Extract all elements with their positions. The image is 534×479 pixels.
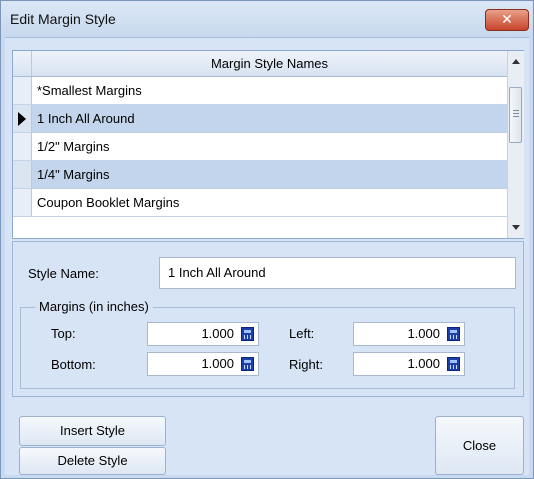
grid-scrollbar[interactable]	[507, 51, 524, 238]
grip-line	[513, 113, 519, 114]
right-margin-field[interactable]: 1.000	[353, 352, 465, 376]
grid-header: Margin Style Names	[13, 51, 507, 77]
style-name-label: Style Name:	[28, 266, 99, 281]
row-style-name: 1/2" Margins	[37, 139, 110, 154]
bottom-margin-field[interactable]: 1.000	[147, 352, 259, 376]
table-row[interactable]: Coupon Booklet Margins	[13, 189, 507, 217]
right-label: Right:	[289, 357, 323, 372]
top-margin-field[interactable]: 1.000	[147, 322, 259, 346]
style-name-input[interactable]: 1 Inch All Around	[159, 257, 516, 289]
table-row[interactable]: *Smallest Margins	[13, 77, 507, 105]
row-style-name: 1/4" Margins	[37, 167, 110, 182]
margin-style-grid[interactable]: Margin Style Names *Smallest Margins 1 I…	[12, 50, 524, 239]
calculator-icon[interactable]	[241, 357, 254, 371]
calculator-icon[interactable]	[241, 327, 254, 341]
left-label: Left:	[289, 326, 315, 341]
left-margin-value: 1.000	[407, 326, 440, 341]
grip-line	[513, 116, 519, 117]
row-style-name: Coupon Booklet Margins	[37, 195, 180, 210]
calculator-icon[interactable]	[447, 357, 460, 371]
scroll-up-icon[interactable]	[512, 59, 520, 64]
title-bar: Edit Margin Style ✕	[1, 1, 533, 37]
row-style-name: *Smallest Margins	[37, 83, 142, 98]
table-row[interactable]: 1/2" Margins	[13, 133, 507, 161]
close-icon[interactable]: ✕	[485, 9, 529, 31]
column-header-margin-style-names[interactable]: Margin Style Names	[32, 51, 507, 76]
grip-line	[513, 110, 519, 111]
close-button[interactable]: Close	[435, 416, 524, 475]
top-margin-value: 1.000	[201, 326, 234, 341]
edit-margin-style-dialog: Edit Margin Style ✕ Margin Style Names *…	[0, 0, 534, 479]
row-selector[interactable]	[13, 133, 32, 160]
bottom-margin-value: 1.000	[201, 356, 234, 371]
window-title: Edit Margin Style	[10, 11, 116, 27]
dialog-body: Margin Style Names *Smallest Margins 1 I…	[5, 37, 529, 475]
scroll-down-icon[interactable]	[512, 225, 520, 230]
margins-group-label: Margins (in inches)	[35, 299, 153, 314]
row-selector[interactable]	[13, 77, 32, 104]
calculator-icon[interactable]	[447, 327, 460, 341]
bottom-label: Bottom:	[51, 357, 96, 372]
style-details-panel: Style Name: 1 Inch All Around Margins (i…	[12, 241, 524, 397]
delete-style-button[interactable]: Delete Style	[19, 447, 166, 475]
table-row[interactable]: 1/4" Margins	[13, 161, 507, 189]
left-margin-field[interactable]: 1.000	[353, 322, 465, 346]
top-label: Top:	[51, 326, 76, 341]
table-row[interactable]: 1 Inch All Around	[13, 105, 507, 133]
right-margin-value: 1.000	[407, 356, 440, 371]
margins-groupbox: Margins (in inches) Top: 1.000 Bottom: 1…	[20, 299, 515, 389]
row-selector[interactable]	[13, 161, 32, 188]
row-selector-header	[13, 51, 32, 76]
row-style-name: 1 Inch All Around	[37, 111, 135, 126]
row-pointer-icon	[18, 112, 26, 126]
row-selector[interactable]	[13, 189, 32, 216]
insert-style-button[interactable]: Insert Style	[19, 416, 166, 446]
scroll-thumb[interactable]	[509, 87, 522, 143]
row-selector[interactable]	[13, 105, 32, 132]
